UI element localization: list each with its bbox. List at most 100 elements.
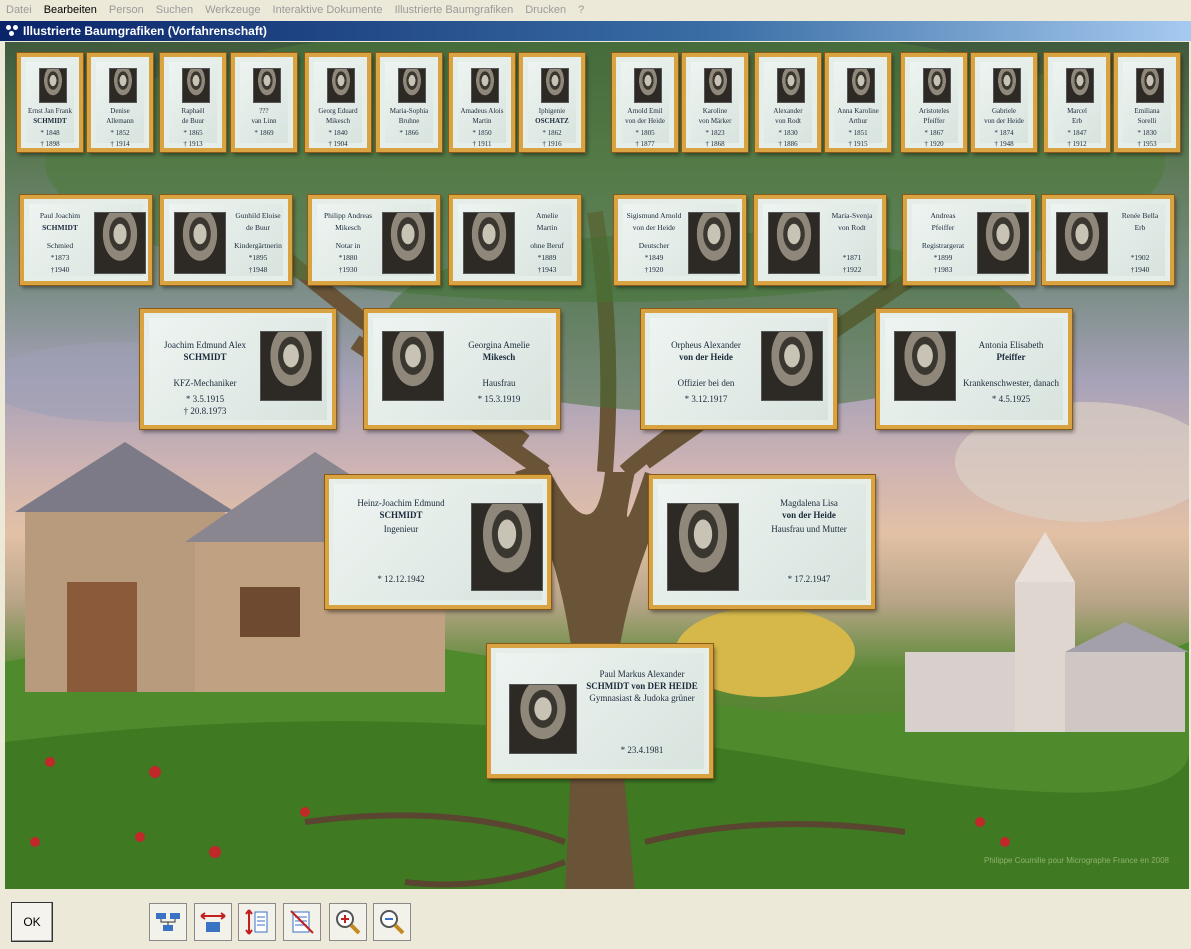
menu-datei[interactable]: Datei [0,4,38,16]
menu-[interactable]: ? [572,4,590,16]
birth-date: * 1867 [924,129,944,137]
menu-werkzeuge[interactable]: Werkzeuge [199,4,266,16]
menu-illustrierte-baumgrafiken[interactable]: Illustrierte Baumgrafiken [389,4,520,16]
given-names: Georgina Amelie [468,340,530,350]
occupation: Gymnasiast & Judoka grüner [589,693,695,703]
person-card-gen4[interactable]: Sigismund Arnold von der Heide Deutscher *1… [613,194,747,286]
person-card-gen5[interactable]: Ernst Jan Frank SCHMIDT * 1848 † 1898 [16,52,84,153]
portrait-photo [260,331,322,401]
birth-date: * 15.3.1919 [477,394,521,404]
layout-icon[interactable] [149,903,187,941]
birth-date: *1880 [338,253,358,262]
occupation: Schmied [46,241,74,250]
birth-date: * 4.5.1925 [991,394,1031,404]
person-card-gen5[interactable]: Iphigenie OSCHATZ * 1862 † 1916 [518,52,586,153]
person-card-gen5[interactable]: Maria-Sophia Bruhne * 1866 [375,52,443,153]
tree-canvas[interactable]: Ernst Jan Frank SCHMIDT * 1848 † 1898 Denise… [5,42,1189,889]
person-card-gen4[interactable]: Gunhild Eloise de Buur Kindergärtnerin *189… [159,194,293,286]
given-names: Anna Karoline [837,107,879,115]
person-card-gen5[interactable]: Amadeus Alois Martin * 1850 † 1911 [448,52,516,153]
portrait-photo [847,68,875,103]
occupation: Ingenieur [383,524,419,534]
given-names: Renée Bella [1121,211,1159,220]
menu-person[interactable]: Person [103,4,150,16]
person-card-gen4[interactable]: Andreas Pfeiffer Registrargerat *1899 †1983 [902,194,1036,286]
fit-height-icon[interactable] [238,903,276,941]
birth-date: * 1840 [328,129,348,137]
surname: von Märker [698,117,732,125]
person-card-gen3[interactable]: Orpheus Alexander von der Heide Offizier b… [640,308,838,430]
person-card-root[interactable]: Paul Markus Alexander SCHMIDT von DER HE… [486,643,714,779]
person-card-gen3[interactable]: Antonia Elisabeth Pfeiffer Krankenschweste… [875,308,1073,430]
death-date: † 1916 [542,140,562,148]
person-card-gen4[interactable]: Renée Bella Erb *1902 †1940 [1041,194,1175,286]
menu-bearbeiten[interactable]: Bearbeiten [38,4,103,16]
surname: von der Heide [679,352,733,362]
person-card-gen3[interactable]: Joachim Edmund Alex SCHMIDT KFZ-Mechaniker… [139,308,337,430]
surname: SCHMIDT [183,352,227,362]
zoom-out-icon[interactable] [373,903,411,941]
portrait-photo [977,212,1029,274]
person-card-gen4[interactable]: Maria-Svenja von Rodt *1871 †1922 [753,194,887,286]
person-card-gen5[interactable]: Alexander von Rodt * 1830 † 1886 [754,52,822,153]
given-names: Emiliana [1134,107,1160,115]
portrait-photo [1066,68,1094,103]
death-date: † 1904 [328,140,348,148]
given-names: Paul Joachim [39,211,81,220]
person-card-gen5[interactable]: Arnold Emil von der Heide * 1805 † 1877 [611,52,679,153]
death-date: †1922 [842,265,862,274]
birth-date: *1902 [1130,253,1150,262]
birth-date: * 1866 [399,129,419,137]
person-card-gen4[interactable]: Paul Joachim SCHMIDT Schmied *1873 †1940 [19,194,153,286]
person-card-gen5[interactable]: Aristoteles Pfeiffer * 1867 † 1920 [900,52,968,153]
birth-date: * 23.4.1981 [620,745,664,755]
person-card-gen5[interactable]: ??? van Linn * 1869 [230,52,298,153]
surname: Pfeiffer [923,117,945,125]
person-card-gen5[interactable]: Denise Allemann * 1852 † 1914 [86,52,154,153]
portrait-photo [39,68,67,103]
person-card-gen5[interactable]: Anna Karoline Arthur * 1851 † 1915 [824,52,892,153]
family-tree-icon [6,24,19,38]
portrait-photo [634,68,662,103]
death-date: † 1886 [778,140,798,148]
portrait-photo [923,68,951,103]
occupation: KFZ-Mechaniker [173,378,237,388]
occupation: Registrargerat [921,241,965,250]
person-card-gen4[interactable]: Philipp Andreas Mikesch Notar in *1880 †1930 [307,194,441,286]
occupation: Deutscher [638,241,670,250]
given-names: Aristoteles [918,107,950,115]
birth-date: *1895 [248,253,268,262]
ok-button[interactable]: OK [11,902,53,942]
birth-date: * 1823 [705,129,725,137]
fit-width-icon[interactable] [194,903,232,941]
fit-page-icon[interactable] [283,903,321,941]
person-card-gen5[interactable]: Karoline von Märker * 1823 † 1868 [681,52,749,153]
portrait-photo [761,331,823,401]
given-names: Karoline [702,107,728,115]
person-card-gen5[interactable]: Raphaël de Buur * 1865 † 1913 [159,52,227,153]
person-card-gen2[interactable]: Heinz-Joachim Edmund SCHMIDT Ingenieur * 12… [324,474,552,610]
menu-suchen[interactable]: Suchen [150,4,199,16]
birth-date: * 1805 [635,129,655,137]
portrait-photo [109,68,137,103]
zoom-in-icon[interactable] [329,903,367,941]
person-card-gen5[interactable]: Gabriele von der Heide * 1874 † 1948 [970,52,1038,153]
birth-date: * 1874 [994,129,1014,137]
surname: van Linn [251,117,277,125]
occupation: ohne Beruf [530,241,564,250]
person-card-gen2[interactable]: Magdalena Lisa von der Heide Hausfrau und … [648,474,876,610]
birth-date: * 1850 [472,129,492,137]
surname: von der Heide [782,510,836,520]
person-card-gen5[interactable]: Georg Eduard Mikesch * 1840 † 1904 [304,52,372,153]
menu-interaktive-dokumente[interactable]: Interaktive Dokumente [267,4,389,16]
surname: SCHMIDT [379,510,423,520]
birth-date: * 1847 [1067,129,1087,137]
surname: von der Heide [632,223,676,232]
person-card-gen4[interactable]: Amelie Martin ohne Beruf *1889 †1943 [448,194,582,286]
death-date: †1920 [644,265,664,274]
person-card-gen5[interactable]: Marcel Erb * 1847 † 1912 [1043,52,1111,153]
menu-drucken[interactable]: Drucken [519,4,572,16]
person-card-gen5[interactable]: Emiliana Sorelli * 1830 † 1953 [1113,52,1181,153]
birth-date: * 1830 [1137,129,1157,137]
person-card-gen3[interactable]: Georgina Amelie Mikesch Hausfrau * 15.3.191… [363,308,561,430]
